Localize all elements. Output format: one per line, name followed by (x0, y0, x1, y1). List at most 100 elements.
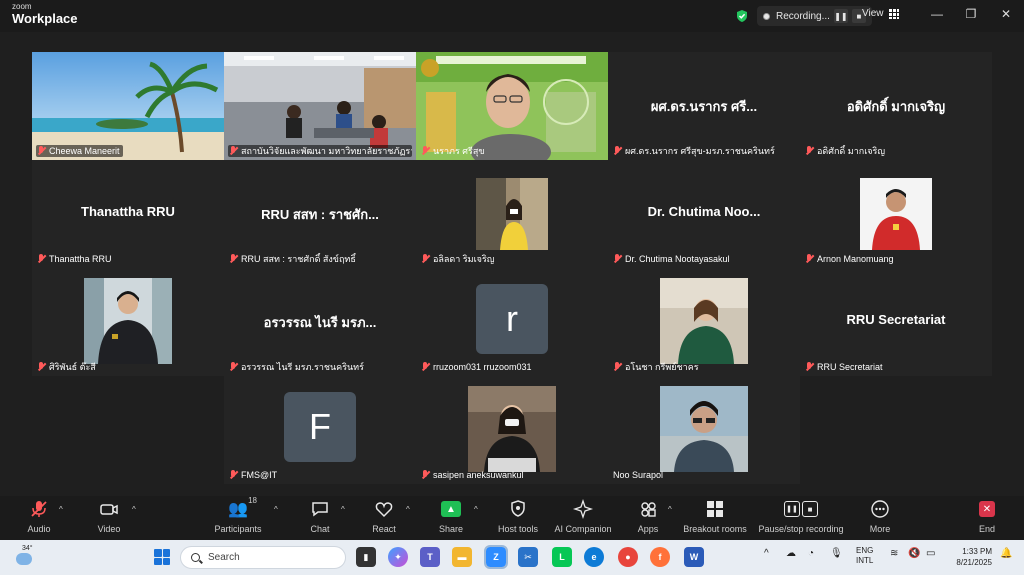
mic-muted-icon (31, 501, 47, 517)
battery-icon[interactable]: ▭ (926, 548, 935, 559)
video-tile[interactable]: อรวรรณ ไนรี มรภ... อรวรรณ ไนรี มรภ.ราชนค… (224, 268, 416, 376)
participant-name: Thanattha RRU (49, 254, 112, 264)
audio-button[interactable]: Audio (0, 498, 79, 534)
participant-name: FMS@IT (241, 470, 278, 480)
video-tile[interactable]: อโนชา กรีพย์ชาคร (608, 268, 800, 376)
recording-indicator[interactable]: Recording... ❚❚ ■ (757, 6, 872, 26)
recording-label: Recording... (776, 10, 830, 22)
file-explorer-icon[interactable]: ▬ (452, 547, 472, 567)
video-tile[interactable]: F FMS@IT (224, 376, 416, 484)
mic-muted-icon (805, 146, 814, 156)
taskbar-clock[interactable]: 1:33 PM 8/21/2025 (948, 546, 992, 568)
taskbar-search-input[interactable]: Search (180, 546, 346, 569)
teams-icon[interactable]: T (420, 547, 440, 567)
network-tray-icon[interactable]: ◔ (808, 548, 814, 559)
participants-label: Participants (214, 524, 262, 534)
pause-stop-recording-button[interactable]: ❚❚ ■ Pause/stop recording (751, 498, 851, 534)
weather-temperature: 34° (22, 545, 33, 552)
word-app-icon[interactable]: W (684, 547, 704, 567)
task-view-icon[interactable]: ▮ (356, 547, 376, 567)
video-tile[interactable]: Arnon Manomuang (800, 160, 992, 268)
copilot-icon[interactable]: ✦ (388, 547, 408, 567)
participant-name-label: Thanattha RRU (36, 253, 115, 265)
record-dot-icon (763, 12, 770, 20)
active-speaker-tile[interactable]: นราภร ศรีสุข (416, 52, 608, 160)
apps-options-chevron-icon[interactable]: ^ (668, 505, 672, 514)
weather-cloud-icon (16, 553, 32, 565)
participant-name: อลิลดา ริมเจริญ (433, 254, 495, 264)
breakout-rooms-button[interactable]: Breakout rooms (675, 498, 755, 534)
participant-name-label: อรวรรณ ไนรี มรภ.ราชนครินทร์ (228, 361, 367, 373)
beach-background-image (32, 52, 224, 160)
ai-companion-label: AI Companion (554, 524, 612, 534)
video-gallery: Cheewa Maneerit สถาบันวิจัยและพัฒนา มหาว… (32, 52, 992, 484)
participant-display-name: อรวรรณ ไนรี มรภ... (263, 315, 377, 330)
audio-options-chevron-icon[interactable]: ^ (59, 505, 63, 514)
breakout-rooms-label: Breakout rooms (683, 524, 747, 534)
video-button[interactable]: Video (69, 498, 149, 534)
line-app-icon[interactable]: L (552, 547, 572, 567)
video-tile[interactable]: สถาบันวิจัยและพัฒนา มหาวิทยาลัยราชภัฏราช… (224, 52, 416, 160)
participants-count: 18 (248, 496, 257, 505)
participant-name: อโนชา กรีพย์ชาคร (625, 362, 699, 372)
participant-photo (660, 386, 748, 472)
participant-name-label: Cheewa Maneerit (36, 145, 123, 157)
video-tile[interactable]: Noo Surapol (608, 376, 800, 484)
share-screen-icon: ▲ (441, 501, 461, 517)
participant-name: อดิศักดิ์ มากเจริญ (817, 146, 886, 156)
language-code: ENG (856, 546, 874, 555)
firefox-browser-icon[interactable]: f (650, 547, 670, 567)
onedrive-cloud-icon[interactable]: ☁ (786, 548, 796, 559)
speaker-muted-icon[interactable]: 🔇 (908, 548, 920, 559)
video-tile[interactable]: sasipen aneksuwankul (416, 376, 608, 484)
participant-name-label: ศิริพันธ์ ต๊ะสี (36, 361, 99, 373)
video-tile[interactable]: r rruzoom031 rruzoom031 (416, 268, 608, 376)
minimize-icon[interactable]: — (928, 7, 946, 21)
video-tile[interactable]: Cheewa Maneerit (32, 52, 224, 160)
video-tile[interactable]: RRU สสท : ราชศัก... RRU สสท : ราชศักดิ์ … (224, 160, 416, 268)
brand-name: Workplace (12, 11, 78, 26)
video-tile[interactable]: อลิลดา ริมเจริญ (416, 160, 608, 268)
search-icon (191, 553, 200, 562)
video-options-chevron-icon[interactable]: ^ (132, 505, 136, 514)
end-label: End (978, 524, 995, 534)
office-video-image (224, 52, 416, 160)
show-hidden-icons-chevron-icon[interactable]: ^ (764, 548, 769, 559)
notification-bell-icon[interactable]: 🔔 (1000, 548, 1012, 559)
microphone-tray-icon[interactable]: 🎙 (830, 548, 843, 559)
weather-widget[interactable]: 34° (12, 545, 38, 569)
participant-name-label: อโนชา กรีพย์ชาคร (612, 361, 702, 373)
participant-avatar: r (476, 284, 548, 354)
video-tile[interactable]: ผศ.ดร.นรากร ศรี... ผศ.ดร.นรากร ศรีสุข-มร… (608, 52, 800, 160)
snipping-tool-icon[interactable]: ✂ (518, 547, 538, 567)
video-tile[interactable]: ศิริพันธ์ ต๊ะสี (32, 268, 224, 376)
participant-name: ผศ.ดร.นรากร ศรีสุข-มรภ.ราชนครินทร์ (625, 146, 775, 156)
shield-icon (511, 500, 525, 517)
more-button[interactable]: More (840, 498, 920, 534)
mic-muted-icon (421, 470, 430, 480)
windows-start-icon[interactable] (154, 549, 170, 565)
edge-browser-icon[interactable]: e (584, 547, 604, 567)
participant-name: Noo Surapol (613, 470, 664, 480)
mic-muted-icon (613, 362, 622, 372)
zoom-app-icon[interactable]: Z (484, 545, 508, 569)
participant-name-label: RRU Secretariat (804, 361, 886, 373)
view-button[interactable]: View (862, 8, 899, 19)
input-language-indicator[interactable]: ENG INTL (856, 546, 873, 566)
participants-options-chevron-icon[interactable]: ^ (274, 505, 278, 514)
pause-recording-icon[interactable]: ❚❚ (833, 9, 848, 23)
restore-icon[interactable]: ❐ (962, 7, 980, 21)
shield-icon[interactable] (735, 9, 749, 23)
heart-icon (375, 502, 393, 518)
chrome-browser-icon[interactable]: ● (618, 547, 638, 567)
end-button[interactable]: ✕ End (947, 498, 1024, 534)
video-tile[interactable]: Thanattha RRU Thanattha RRU (32, 160, 224, 268)
mic-muted-icon (229, 362, 238, 372)
video-tile[interactable]: อดิศักดิ์ มากเจริญ อดิศักดิ์ มากเจริญ (800, 52, 992, 160)
close-icon[interactable]: ✕ (997, 7, 1015, 21)
video-tile[interactable]: RRU Secretariat RRU Secretariat (800, 268, 992, 376)
react-options-chevron-icon[interactable]: ^ (406, 505, 410, 514)
wifi-icon[interactable]: ≋ (890, 548, 898, 559)
video-tile[interactable]: Dr. Chutima Noo... Dr. Chutima Nootayasa… (608, 160, 800, 268)
participants-button[interactable]: 👥 18 Participants (198, 496, 278, 534)
